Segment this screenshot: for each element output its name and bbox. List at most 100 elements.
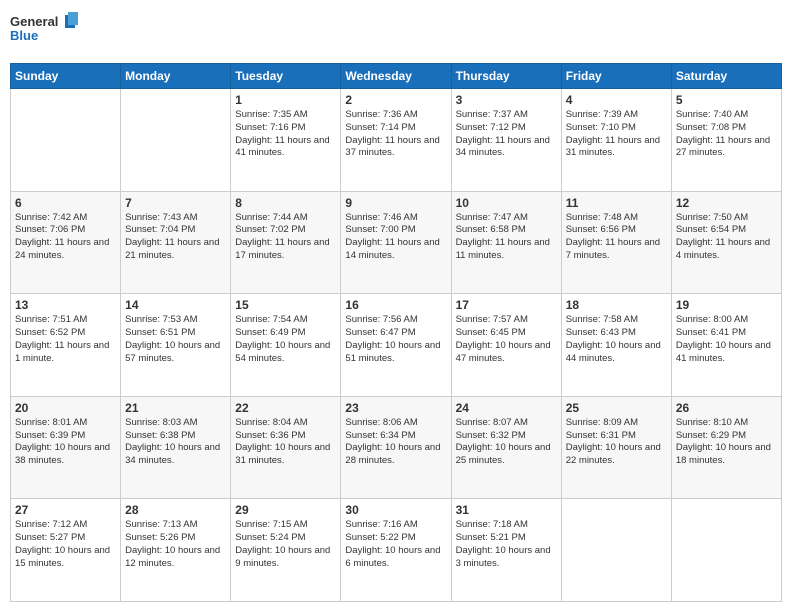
day-number: 6 [15,196,116,210]
day-info: Sunrise: 7:50 AM Sunset: 6:54 PM Dayligh… [676,212,777,263]
calendar-header-row: SundayMondayTuesdayWednesdayThursdayFrid… [11,64,782,89]
day-header-monday: Monday [121,64,231,89]
day-info: Sunrise: 7:18 AM Sunset: 5:21 PM Dayligh… [456,519,557,570]
day-number: 27 [15,503,116,517]
day-info: Sunrise: 7:48 AM Sunset: 6:56 PM Dayligh… [566,212,667,263]
day-header-tuesday: Tuesday [231,64,341,89]
day-info: Sunrise: 7:37 AM Sunset: 7:12 PM Dayligh… [456,109,557,160]
day-info: Sunrise: 7:40 AM Sunset: 7:08 PM Dayligh… [676,109,777,160]
day-header-saturday: Saturday [671,64,781,89]
day-info: Sunrise: 7:39 AM Sunset: 7:10 PM Dayligh… [566,109,667,160]
calendar-cell: 8 Sunrise: 7:44 AM Sunset: 7:02 PM Daylig… [231,191,341,294]
day-number: 18 [566,298,667,312]
calendar-cell: 23 Sunrise: 8:06 AM Sunset: 6:34 PM Dayli… [341,396,451,499]
calendar-cell: 5 Sunrise: 7:40 AM Sunset: 7:08 PM Daylig… [671,89,781,192]
header: General Blue [10,10,782,55]
day-info: Sunrise: 8:10 AM Sunset: 6:29 PM Dayligh… [676,417,777,468]
calendar-cell: 21 Sunrise: 8:03 AM Sunset: 6:38 PM Dayli… [121,396,231,499]
day-info: Sunrise: 7:57 AM Sunset: 6:45 PM Dayligh… [456,314,557,365]
day-info: Sunrise: 7:47 AM Sunset: 6:58 PM Dayligh… [456,212,557,263]
calendar-cell: 7 Sunrise: 7:43 AM Sunset: 7:04 PM Daylig… [121,191,231,294]
day-info: Sunrise: 7:43 AM Sunset: 7:04 PM Dayligh… [125,212,226,263]
day-number: 3 [456,93,557,107]
day-number: 8 [235,196,336,210]
day-info: Sunrise: 7:13 AM Sunset: 5:26 PM Dayligh… [125,519,226,570]
calendar-cell: 28 Sunrise: 7:13 AM Sunset: 5:26 PM Dayli… [121,499,231,602]
day-info: Sunrise: 7:35 AM Sunset: 7:16 PM Dayligh… [235,109,336,160]
day-info: Sunrise: 7:16 AM Sunset: 5:22 PM Dayligh… [345,519,446,570]
day-number: 1 [235,93,336,107]
day-header-sunday: Sunday [11,64,121,89]
calendar-cell: 30 Sunrise: 7:16 AM Sunset: 5:22 PM Dayli… [341,499,451,602]
calendar-cell: 27 Sunrise: 7:12 AM Sunset: 5:27 PM Dayli… [11,499,121,602]
page: General Blue SundayMondayTuesdayWednesda… [0,0,792,612]
calendar-cell: 17 Sunrise: 7:57 AM Sunset: 6:45 PM Dayli… [451,294,561,397]
calendar-cell: 16Sunrise: 7:56 AM Sunset: 6:47 PM Dayli… [341,294,451,397]
day-number: 23 [345,401,446,415]
day-number: 24 [456,401,557,415]
calendar-cell: 29Sunrise: 7:15 AM Sunset: 5:24 PM Dayli… [231,499,341,602]
calendar-cell: 4 Sunrise: 7:39 AM Sunset: 7:10 PM Daylig… [561,89,671,192]
day-info: Sunrise: 8:06 AM Sunset: 6:34 PM Dayligh… [345,417,446,468]
day-info: Sunrise: 7:44 AM Sunset: 7:02 PM Dayligh… [235,212,336,263]
day-number: 28 [125,503,226,517]
calendar-cell [671,499,781,602]
calendar-cell: 24 Sunrise: 8:07 AM Sunset: 6:32 PM Dayli… [451,396,561,499]
day-number: 5 [676,93,777,107]
calendar-cell: 20Sunrise: 8:01 AM Sunset: 6:39 PM Dayli… [11,396,121,499]
calendar-cell: 10 Sunrise: 7:47 AM Sunset: 6:58 PM Dayli… [451,191,561,294]
calendar-cell: 13Sunrise: 7:51 AM Sunset: 6:52 PM Dayli… [11,294,121,397]
svg-text:General: General [10,14,58,29]
day-number: 11 [566,196,667,210]
calendar-cell: 9Sunrise: 7:46 AM Sunset: 7:00 PM Daylig… [341,191,451,294]
logo-area: General Blue [10,10,80,55]
day-info: Sunrise: 8:03 AM Sunset: 6:38 PM Dayligh… [125,417,226,468]
day-number: 10 [456,196,557,210]
calendar-cell: 14 Sunrise: 7:53 AM Sunset: 6:51 PM Dayli… [121,294,231,397]
day-number: 9 [345,196,446,210]
calendar-cell: 11 Sunrise: 7:48 AM Sunset: 6:56 PM Dayli… [561,191,671,294]
calendar-cell: 6 Sunrise: 7:42 AM Sunset: 7:06 PM Daylig… [11,191,121,294]
day-info: Sunrise: 8:07 AM Sunset: 6:32 PM Dayligh… [456,417,557,468]
day-header-wednesday: Wednesday [341,64,451,89]
calendar-cell [121,89,231,192]
day-number: 17 [456,298,557,312]
day-info: Sunrise: 7:12 AM Sunset: 5:27 PM Dayligh… [15,519,116,570]
week-row-4: 20Sunrise: 8:01 AM Sunset: 6:39 PM Dayli… [11,396,782,499]
week-row-3: 13Sunrise: 7:51 AM Sunset: 6:52 PM Dayli… [11,294,782,397]
day-header-thursday: Thursday [451,64,561,89]
calendar-cell: 1 Sunrise: 7:35 AM Sunset: 7:16 PM Daylig… [231,89,341,192]
day-number: 7 [125,196,226,210]
day-info: Sunrise: 7:56 AM Sunset: 6:47 PM Dayligh… [345,314,446,365]
day-number: 30 [345,503,446,517]
calendar-cell: 3 Sunrise: 7:37 AM Sunset: 7:12 PM Daylig… [451,89,561,192]
calendar-cell [561,499,671,602]
day-number: 22 [235,401,336,415]
week-row-5: 27 Sunrise: 7:12 AM Sunset: 5:27 PM Dayli… [11,499,782,602]
calendar-cell: 18 Sunrise: 7:58 AM Sunset: 6:43 PM Dayli… [561,294,671,397]
calendar-cell: 19Sunrise: 8:00 AM Sunset: 6:41 PM Dayli… [671,294,781,397]
day-number: 21 [125,401,226,415]
calendar-cell: 22 Sunrise: 8:04 AM Sunset: 6:36 PM Dayli… [231,396,341,499]
week-row-1: 1 Sunrise: 7:35 AM Sunset: 7:16 PM Daylig… [11,89,782,192]
day-info: Sunrise: 7:58 AM Sunset: 6:43 PM Dayligh… [566,314,667,365]
day-number: 4 [566,93,667,107]
day-info: Sunrise: 7:42 AM Sunset: 7:06 PM Dayligh… [15,212,116,263]
week-row-2: 6 Sunrise: 7:42 AM Sunset: 7:06 PM Daylig… [11,191,782,294]
day-header-friday: Friday [561,64,671,89]
calendar-cell: 25Sunrise: 8:09 AM Sunset: 6:31 PM Dayli… [561,396,671,499]
day-info: Sunrise: 8:00 AM Sunset: 6:41 PM Dayligh… [676,314,777,365]
day-info: Sunrise: 7:36 AM Sunset: 7:14 PM Dayligh… [345,109,446,160]
calendar-cell [11,89,121,192]
day-info: Sunrise: 8:04 AM Sunset: 6:36 PM Dayligh… [235,417,336,468]
day-number: 14 [125,298,226,312]
calendar-cell: 26 Sunrise: 8:10 AM Sunset: 6:29 PM Dayli… [671,396,781,499]
svg-text:Blue: Blue [10,28,38,43]
calendar-cell: 12 Sunrise: 7:50 AM Sunset: 6:54 PM Dayli… [671,191,781,294]
day-info: Sunrise: 7:53 AM Sunset: 6:51 PM Dayligh… [125,314,226,365]
day-info: Sunrise: 7:54 AM Sunset: 6:49 PM Dayligh… [235,314,336,365]
day-number: 26 [676,401,777,415]
calendar-cell: 15Sunrise: 7:54 AM Sunset: 6:49 PM Dayli… [231,294,341,397]
day-info: Sunrise: 8:01 AM Sunset: 6:39 PM Dayligh… [15,417,116,468]
day-number: 12 [676,196,777,210]
